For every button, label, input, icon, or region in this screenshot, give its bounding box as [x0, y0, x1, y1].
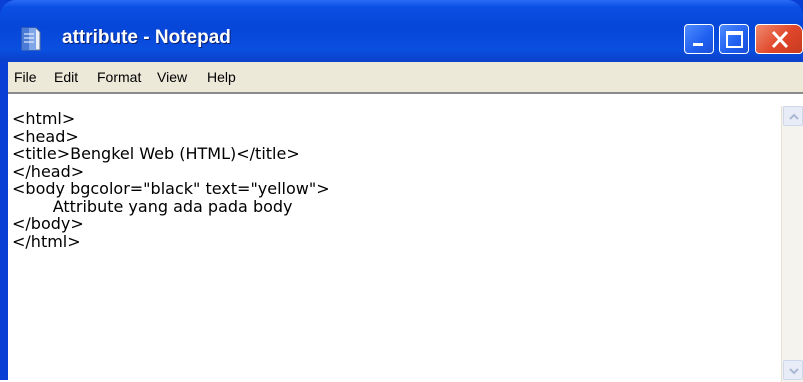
title-bar[interactable]: attribute - Notepad: [0, 0, 803, 62]
maximize-button[interactable]: [719, 24, 749, 54]
vertical-scrollbar[interactable]: [781, 106, 803, 382]
text-editor[interactable]: <html> <head> <title>Bengkel Web (HTML)<…: [8, 92, 803, 382]
editor-content[interactable]: <html> <head> <title>Bengkel Web (HTML)<…: [12, 110, 767, 250]
menu-view[interactable]: View: [157, 69, 187, 85]
close-icon: [771, 30, 789, 49]
menu-format[interactable]: Format: [97, 69, 141, 85]
scroll-down-button[interactable]: [783, 360, 803, 380]
close-button[interactable]: [755, 24, 803, 54]
menu-edit[interactable]: Edit: [54, 69, 78, 85]
minimize-button[interactable]: [684, 24, 714, 54]
maximize-icon: [726, 31, 743, 48]
chevron-up-icon: [789, 113, 799, 120]
minimize-icon: [693, 43, 703, 46]
chevron-down-icon: [789, 368, 799, 375]
notepad-icon[interactable]: [20, 26, 42, 52]
scroll-up-button[interactable]: [783, 106, 803, 126]
window-title: attribute - Notepad: [62, 27, 231, 48]
menu-bar: File Edit Format View Help: [8, 62, 803, 93]
menu-help[interactable]: Help: [207, 69, 236, 85]
notepad-window: attribute - Notepad File Edit Format Vie…: [0, 0, 803, 382]
menu-file[interactable]: File: [14, 69, 37, 85]
